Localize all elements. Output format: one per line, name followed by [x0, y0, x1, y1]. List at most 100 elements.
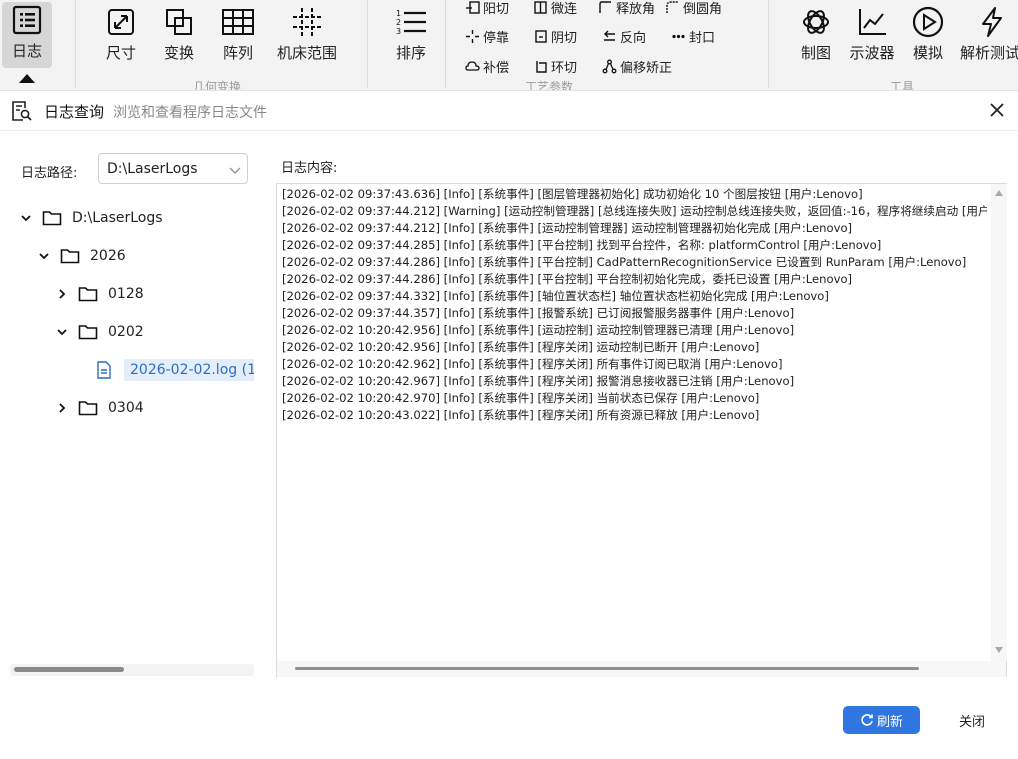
play-circle-icon [911, 4, 945, 40]
parse-test-button[interactable]: 解析测试 [960, 4, 1018, 68]
svg-text:1: 1 [396, 9, 401, 18]
park-button[interactable]: 停靠 [464, 25, 509, 47]
svg-text:3: 3 [396, 27, 401, 36]
sort-button[interactable]: 123 排序 [390, 4, 432, 68]
lead-in-button[interactable]: 阳切 [464, 0, 509, 18]
dialog-subtitle: 浏览和查看程序日志文件 [113, 105, 267, 121]
log-line: [2026-02-02 10:20:42.967] [Info] [系统事件] … [282, 374, 795, 388]
simulate-button[interactable]: 模拟 [908, 4, 948, 68]
log-vertical-scrollbar[interactable] [991, 184, 1007, 661]
separator [75, 0, 76, 88]
grid-icon [221, 4, 255, 40]
release-corner-icon [597, 0, 614, 16]
chevron-down-icon [228, 162, 242, 181]
folder-icon [78, 400, 98, 416]
crosshair-icon [464, 28, 481, 45]
lightning-icon [960, 4, 1018, 40]
tree-node-label: 2026 [90, 248, 126, 264]
drawing-button[interactable]: 制图 [796, 4, 836, 68]
array-label: 阵列 [222, 44, 253, 62]
log-content-label: 日志内容: [281, 161, 338, 176]
tree-horizontal-scrollbar[interactable] [10, 664, 254, 676]
oscilloscope-label: 示波器 [849, 44, 895, 62]
separator [445, 0, 446, 88]
chevron-down-icon[interactable] [18, 210, 34, 226]
seal-button[interactable]: 封口 [670, 25, 715, 47]
list-icon [11, 2, 43, 38]
openai-icon [800, 4, 832, 40]
log-line: [2026-02-02 10:20:42.956] [Info] [系统事件] … [282, 323, 795, 337]
machine-range-button[interactable]: 机床范围 [272, 4, 342, 68]
tree-node-0128[interactable]: 0128 [54, 280, 144, 308]
chevron-right-icon[interactable] [54, 400, 70, 416]
log-button-label: 日志 [11, 42, 42, 60]
refresh-icon [860, 713, 874, 727]
reverse-icon [601, 28, 618, 45]
log-line: [2026-02-02 10:20:43.022] [Info] [系统事件] … [282, 408, 760, 422]
file-icon [96, 361, 112, 379]
drawing-label: 制图 [800, 44, 831, 62]
folder-icon [78, 286, 98, 302]
log-line: [2026-02-02 09:37:44.357] [Info] [系统事件] … [282, 306, 795, 320]
inner-cut-icon [532, 28, 549, 45]
micro-joint-icon [532, 0, 549, 16]
reverse-button[interactable]: 反向 [601, 25, 646, 47]
tree-node-2026[interactable]: 2026 [36, 242, 126, 270]
scrollbar-thumb[interactable] [295, 667, 919, 670]
scrollbar-thumb[interactable] [14, 667, 124, 672]
tree-node-label: 0202 [108, 324, 144, 340]
tree-node-label: 2026-02-02.log (1. [124, 359, 254, 381]
scroll-down-icon[interactable] [995, 647, 1003, 653]
dialog-header: 日志查询 浏览和查看程序日志文件 [0, 91, 1018, 131]
parse-test-label: 解析测试 [960, 44, 1018, 62]
chevron-right-icon[interactable] [54, 286, 70, 302]
ring-cut-button[interactable]: 环切 [532, 55, 577, 77]
log-button[interactable]: 日志 [2, 2, 52, 68]
log-search-icon [9, 99, 33, 127]
sort-icon: 123 [394, 4, 428, 40]
tree-node-label: 0304 [108, 400, 144, 416]
tree-node-0202[interactable]: 0202 [54, 318, 144, 346]
inner-cut-button[interactable]: 阴切 [532, 25, 577, 47]
tree-node-0304[interactable]: 0304 [54, 394, 144, 422]
resize-icon [106, 4, 136, 40]
size-label: 尺寸 [105, 44, 136, 62]
transform-button[interactable]: 变换 [158, 4, 200, 68]
log-line: [2026-02-02 09:37:43.636] [Info] [系统事件] … [282, 187, 863, 201]
path-select-value: D:\LaserLogs [107, 161, 198, 177]
log-line: [2026-02-02 09:37:44.332] [Info] [系统事件] … [282, 289, 829, 303]
ribbon-toolbar: 日志 尺寸 变换 阵列 机床范围 几何变换 123 排序 阳切 微连 释放角 倒… [0, 0, 1018, 92]
round-corner-button[interactable]: 倒圆角 [664, 0, 722, 18]
refresh-button-label: 刷新 [876, 714, 903, 730]
offset-correction-button[interactable]: 偏移矫正 [601, 55, 672, 77]
dots-icon [670, 28, 687, 45]
log-line: [2026-02-02 09:37:44.286] [Info] [系统事件] … [282, 255, 967, 269]
log-horizontal-scrollbar[interactable] [277, 661, 1006, 677]
chevron-down-icon[interactable] [36, 248, 52, 264]
close-button[interactable]: 关闭 [935, 706, 1009, 734]
micro-joint-button[interactable]: 微连 [532, 0, 577, 18]
refresh-button[interactable]: 刷新 [843, 706, 920, 734]
compensation-button[interactable]: 补偿 [464, 55, 509, 77]
ring-cut-icon [532, 58, 549, 75]
close-icon[interactable] [986, 99, 1008, 121]
separator [367, 0, 368, 88]
path-select[interactable]: D:\LaserLogs [98, 153, 248, 184]
close-button-label: 关闭 [958, 714, 985, 730]
scroll-up-icon[interactable] [995, 190, 1003, 196]
nodes-icon [601, 58, 618, 75]
tree-node-root[interactable]: D:\LaserLogs [18, 204, 163, 232]
log-line: [2026-02-02 09:37:44.285] [Info] [系统事件] … [282, 238, 882, 252]
size-button[interactable]: 尺寸 [100, 4, 142, 68]
chevron-down-icon[interactable] [54, 324, 70, 340]
separator [768, 0, 769, 88]
release-corner-button[interactable]: 释放角 [597, 0, 655, 18]
lead-in-icon [464, 0, 481, 16]
log-content-area[interactable]: [2026-02-02 09:37:43.636] [Info] [系统事件] … [276, 183, 1007, 677]
transform-icon [164, 4, 194, 40]
oscilloscope-button[interactable]: 示波器 [846, 4, 898, 68]
machine-range-label: 机床范围 [276, 44, 337, 62]
array-button[interactable]: 阵列 [217, 4, 259, 68]
log-line: [2026-02-02 09:37:44.212] [Warning] [运动控… [282, 204, 987, 218]
tree-node-log-file[interactable]: 2026-02-02.log (1. [96, 356, 254, 384]
